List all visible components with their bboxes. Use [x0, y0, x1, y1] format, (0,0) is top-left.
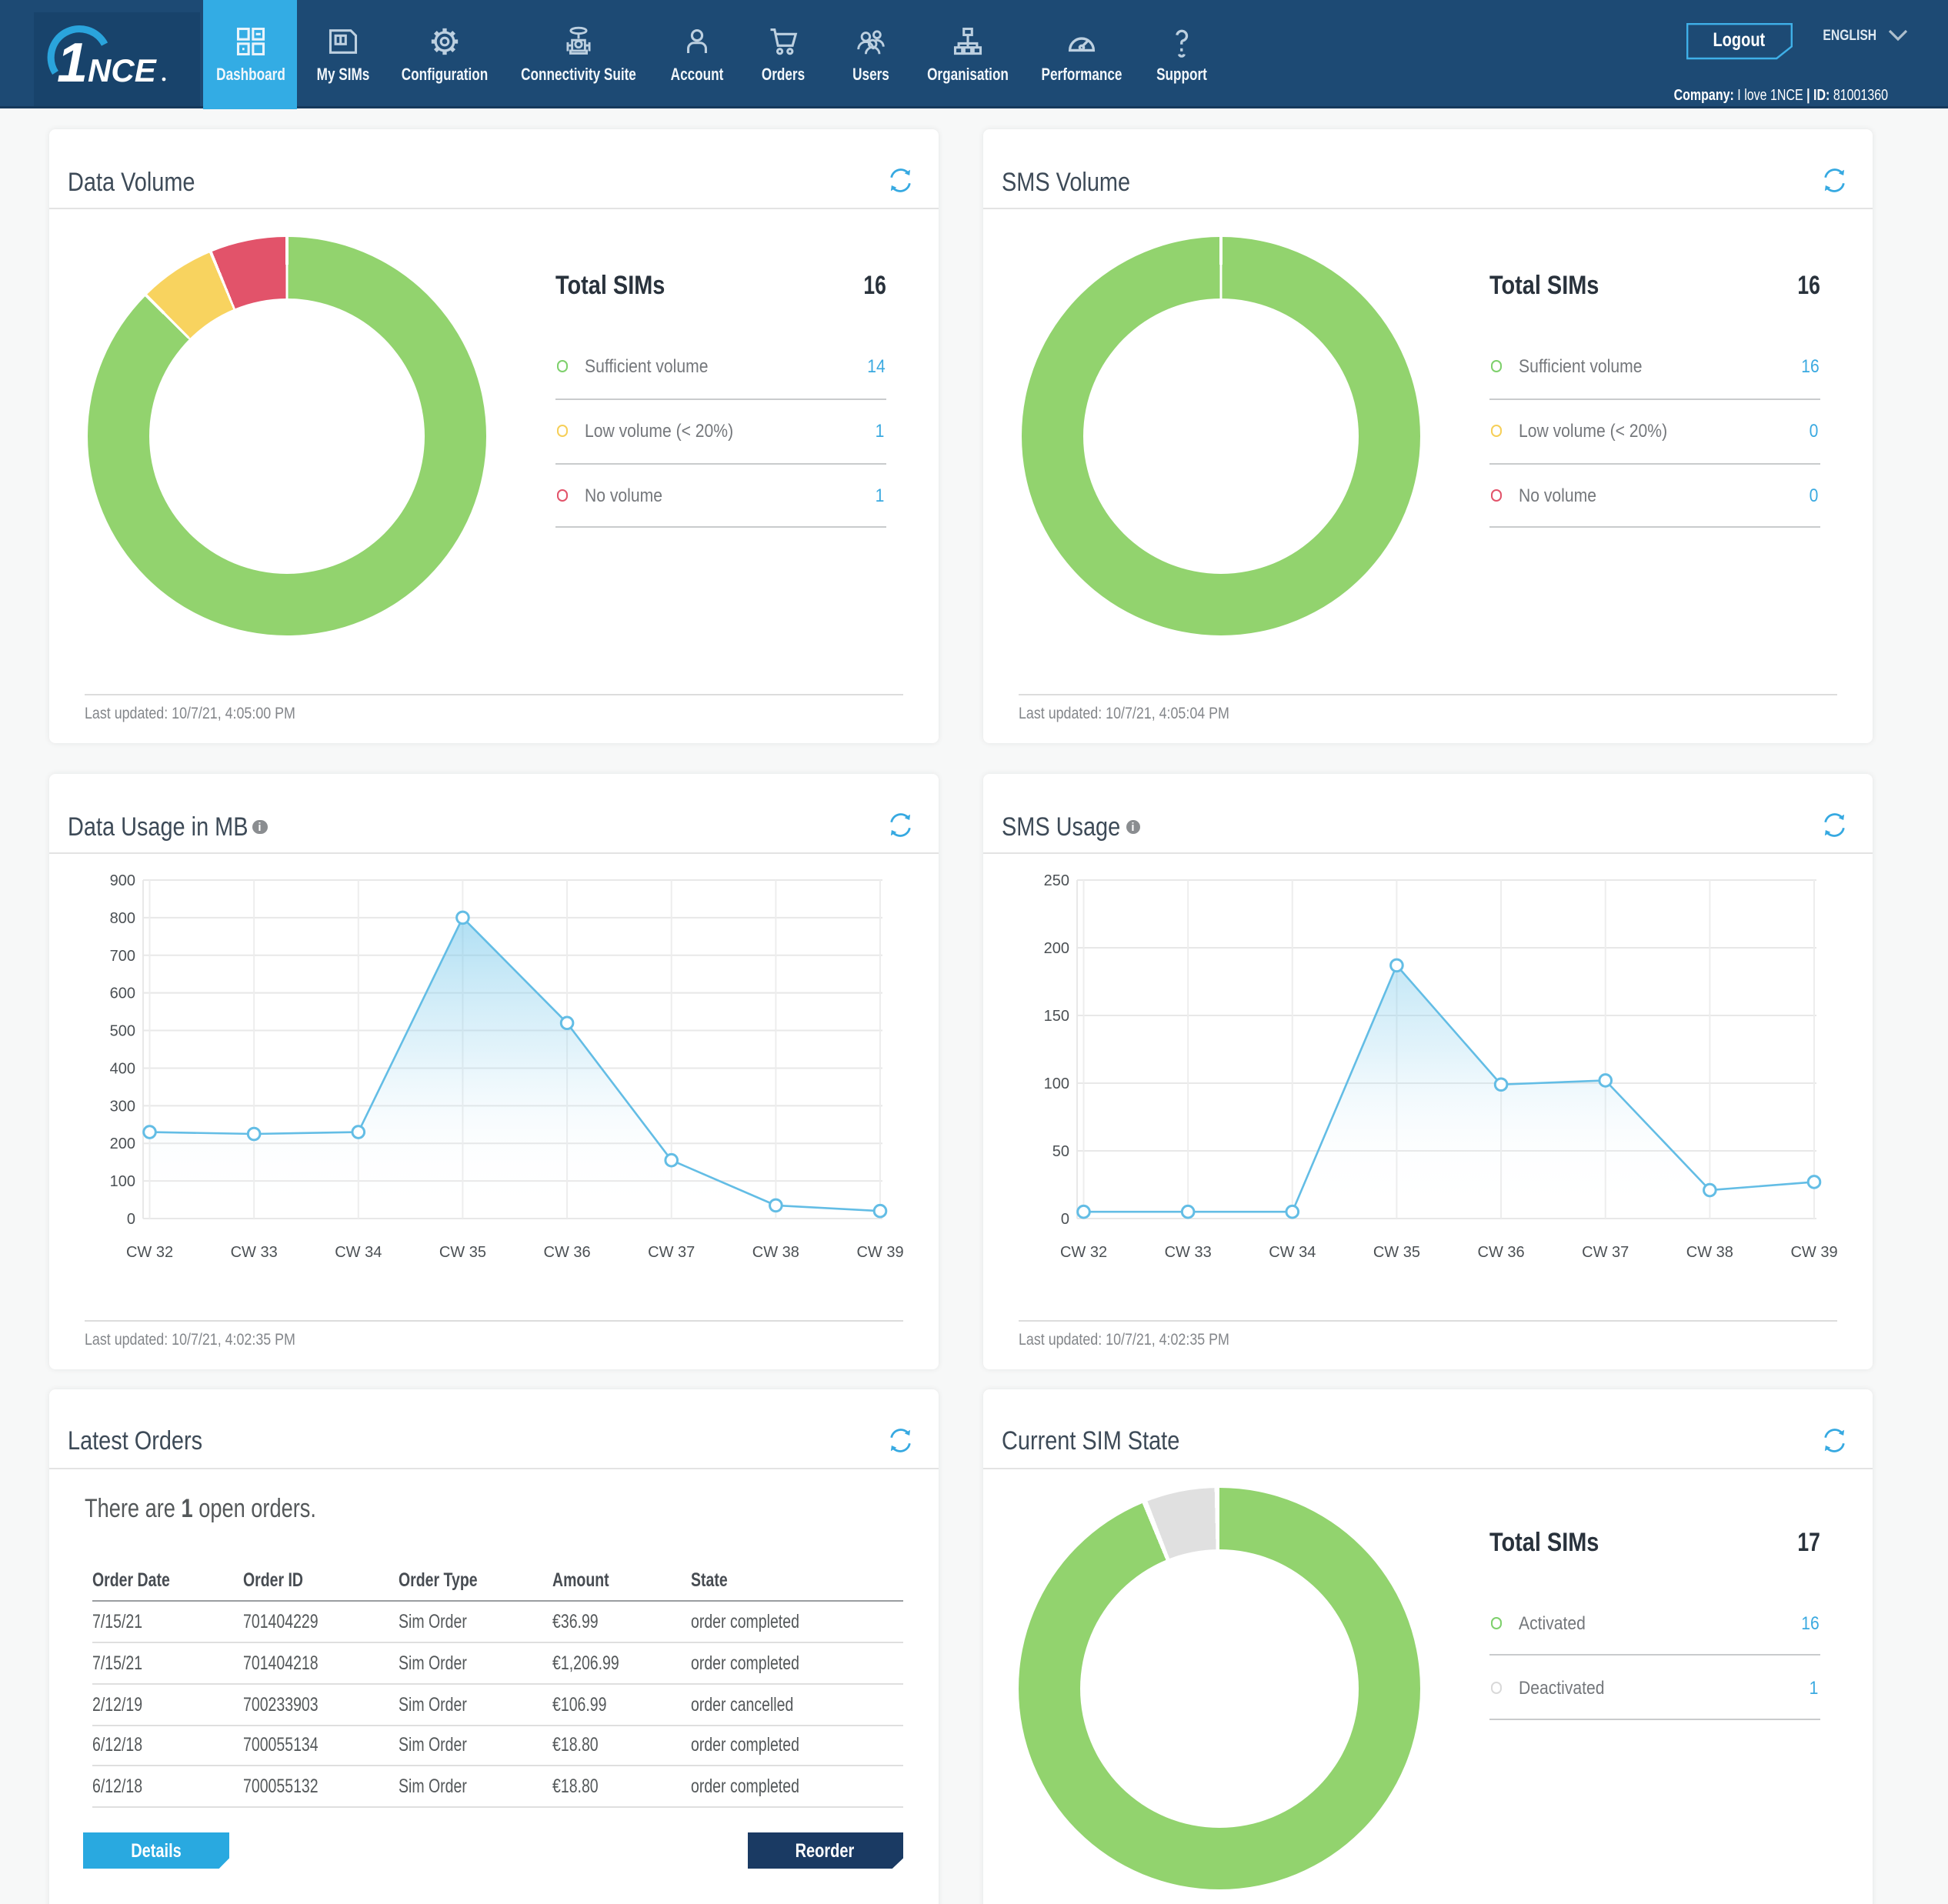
svg-text:CW 39: CW 39: [856, 1244, 903, 1261]
svg-text:CW 36: CW 36: [544, 1244, 591, 1261]
svg-text:400: 400: [110, 1060, 135, 1077]
svg-text:300: 300: [110, 1098, 135, 1115]
svg-text:200: 200: [1044, 940, 1069, 957]
svg-text:CW 35: CW 35: [439, 1244, 486, 1261]
svg-text:CW 37: CW 37: [1582, 1244, 1629, 1261]
svg-text:250: 250: [1044, 872, 1069, 889]
svg-text:900: 900: [110, 872, 135, 889]
svg-text:CW 32: CW 32: [1060, 1244, 1107, 1261]
svg-text:50: 50: [1052, 1143, 1069, 1160]
svg-text:1NCE: 1NCE: [57, 32, 158, 94]
svg-text:800: 800: [110, 910, 135, 927]
svg-text:150: 150: [1044, 1008, 1069, 1025]
svg-text:500: 500: [110, 1023, 135, 1040]
svg-text:CW 39: CW 39: [1790, 1244, 1837, 1261]
svg-text:CW 34: CW 34: [335, 1244, 382, 1261]
svg-text:CW 34: CW 34: [1269, 1244, 1316, 1261]
svg-text:0: 0: [127, 1211, 135, 1228]
svg-text:200: 200: [110, 1135, 135, 1152]
svg-text:CW 35: CW 35: [1373, 1244, 1420, 1261]
svg-text:0: 0: [1061, 1211, 1069, 1228]
svg-text:CW 33: CW 33: [1165, 1244, 1212, 1261]
svg-text:CW 38: CW 38: [1686, 1244, 1733, 1261]
svg-text:700: 700: [110, 948, 135, 965]
svg-text:100: 100: [110, 1173, 135, 1190]
svg-text:CW 33: CW 33: [231, 1244, 278, 1261]
svg-text:CW 36: CW 36: [1478, 1244, 1525, 1261]
svg-text:CW 32: CW 32: [126, 1244, 173, 1261]
svg-text:CW 38: CW 38: [752, 1244, 799, 1261]
svg-text:600: 600: [110, 985, 135, 1002]
svg-text:100: 100: [1044, 1075, 1069, 1092]
svg-text:CW 37: CW 37: [648, 1244, 695, 1261]
